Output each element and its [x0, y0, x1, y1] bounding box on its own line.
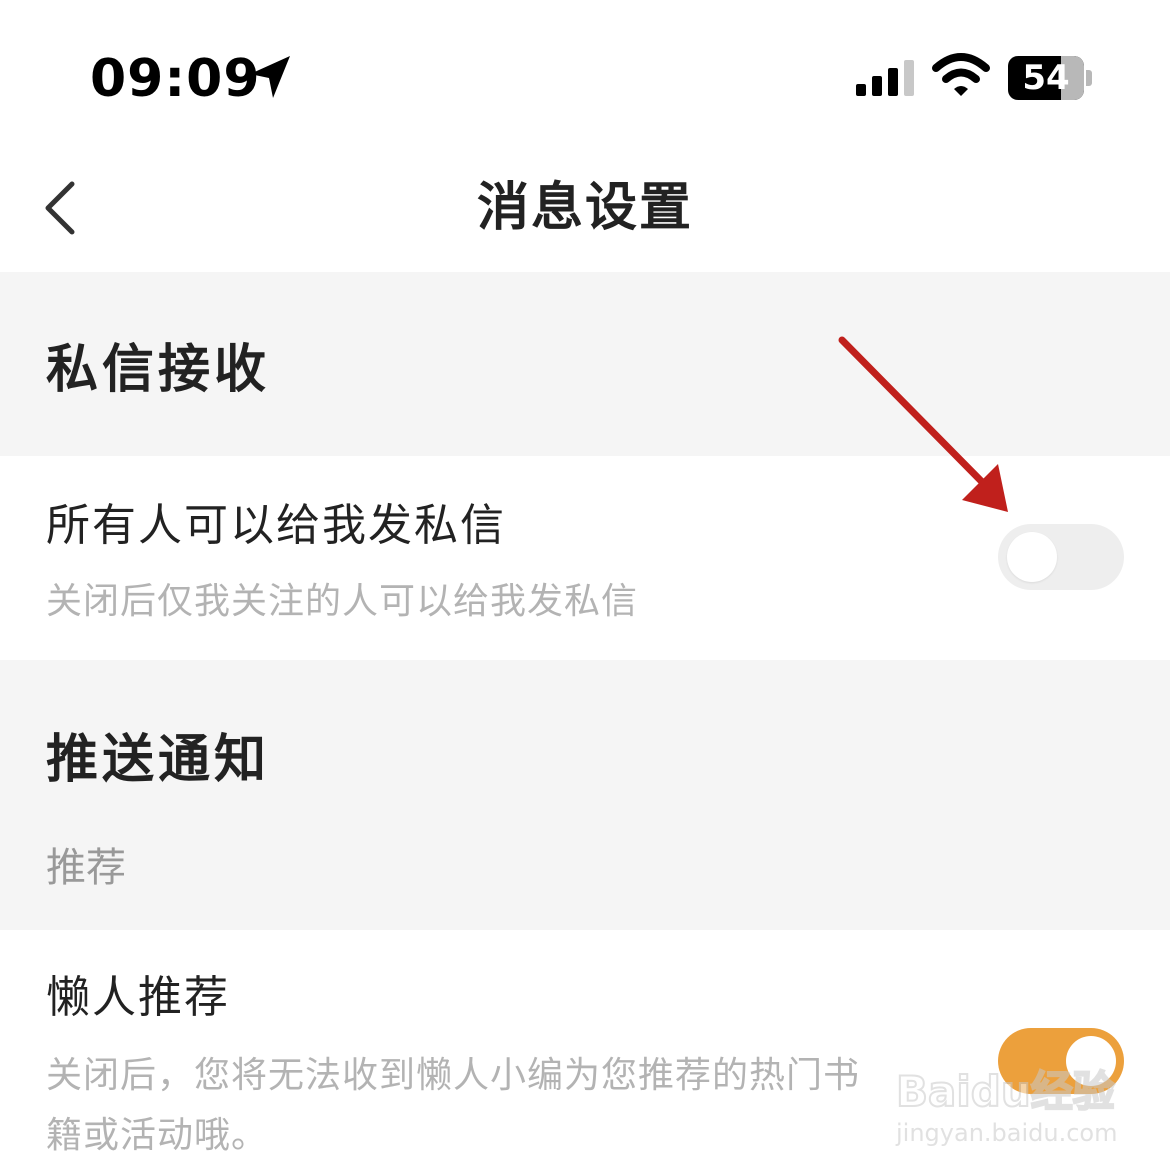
- section-header-push: 推送通知: [46, 730, 271, 790]
- toggle-knob: [1007, 532, 1057, 582]
- watermark-url: jingyan.baidu.com: [896, 1119, 1118, 1147]
- watermark-brand: Baidu经验: [895, 1066, 1116, 1117]
- cellular-signal-icon: [856, 60, 914, 96]
- battery-icon: 54: [1008, 56, 1084, 100]
- location-arrow-icon: [250, 56, 290, 98]
- baidu-watermark: Baidu经验 jingyan.baidu.com: [895, 1062, 1118, 1162]
- setting-title: 所有人可以给我发私信: [46, 500, 506, 551]
- status-time: 09:09: [90, 49, 261, 109]
- setting-description: 关闭后仅我关注的人可以给我发私信: [46, 581, 639, 622]
- page-title: 消息设置: [476, 178, 693, 238]
- subheader-recommend: 推荐: [46, 845, 126, 891]
- section-header-private-message: 私信接收: [46, 340, 271, 400]
- battery-nub: [1086, 70, 1092, 86]
- red-arrow-icon: [838, 336, 1008, 512]
- setting-description-line1: 关闭后，您将无法收到懒人小编为您推荐的热门书: [46, 1055, 861, 1096]
- section-push-notifications: 推送通知 推荐: [0, 660, 1170, 930]
- setting-description-line2: 籍或活动哦。: [46, 1115, 269, 1156]
- setting-title: 懒人推荐: [46, 972, 230, 1023]
- battery-level: 54: [1022, 58, 1070, 98]
- wifi-icon: [932, 53, 990, 96]
- allow-all-messages-toggle[interactable]: [998, 524, 1124, 590]
